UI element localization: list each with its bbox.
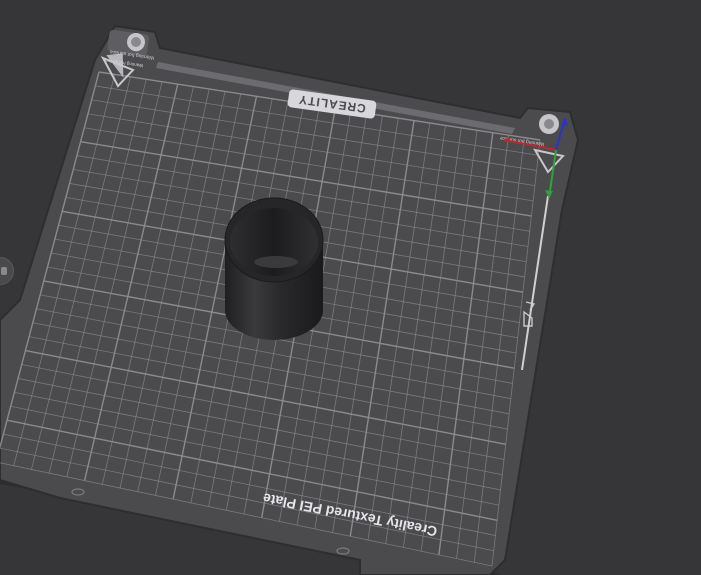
scene-canvas[interactable]: CREALITY Warning hot surface Warning hot… [0, 0, 701, 575]
cylinder-object[interactable] [224, 197, 324, 340]
3d-viewport[interactable]: CREALITY Warning hot surface Warning hot… [0, 0, 701, 575]
